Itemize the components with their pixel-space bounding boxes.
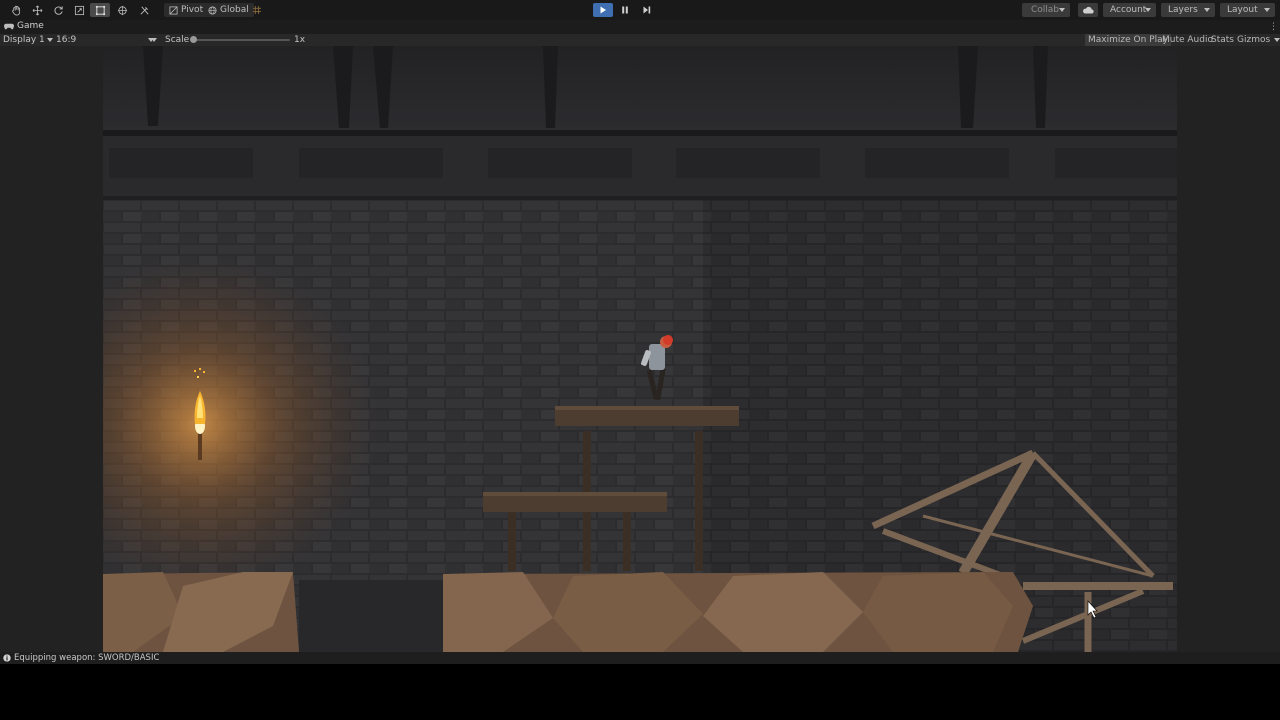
game-view-controls: Display 1 16:9 Scale 1x Maximize On Play… — [0, 34, 1280, 46]
game-tab[interactable]: Game — [4, 21, 44, 31]
cave-ceiling — [103, 46, 1177, 132]
custom-tool-button[interactable] — [134, 3, 154, 17]
rect-transform-icon — [95, 5, 105, 15]
pause-button[interactable] — [615, 3, 635, 17]
step-icon — [643, 6, 651, 14]
pivot-toggle[interactable]: Pivot — [164, 3, 209, 17]
globe-icon — [208, 5, 217, 15]
move-icon — [32, 5, 42, 15]
game-viewport[interactable] — [0, 46, 1280, 652]
tools-icon — [140, 6, 149, 14]
game-tab-bar: Game ⋮ — [0, 20, 1280, 34]
rect-tool-button[interactable] — [90, 3, 110, 17]
scale-label: Scale — [165, 35, 190, 45]
ground-rocks — [103, 572, 1033, 652]
game-scene[interactable] — [103, 46, 1177, 652]
move-tool-button[interactable] — [27, 3, 47, 17]
console-message-text: Equipping weapon: SWORD/BASIC — [14, 653, 160, 663]
stats-toggle[interactable]: Stats — [1208, 34, 1237, 46]
info-icon — [3, 654, 11, 662]
dungeon-scene — [103, 46, 1177, 652]
scale-tool-button[interactable] — [69, 3, 89, 17]
console-message[interactable]: Equipping weapon: SWORD/BASIC — [3, 652, 159, 664]
cloud-button[interactable] — [1078, 3, 1098, 17]
console-status-bar[interactable]: Equipping weapon: SWORD/BASIC — [0, 652, 1280, 664]
cloud-icon — [1083, 6, 1094, 14]
account-dropdown[interactable]: Account — [1103, 3, 1156, 17]
play-icon — [600, 6, 606, 14]
rotate-tool-button[interactable] — [48, 3, 68, 17]
aspect-label: 16:9 — [56, 35, 77, 45]
scale-slider-thumb[interactable] — [190, 36, 197, 43]
layout-dropdown[interactable]: Layout — [1220, 3, 1275, 17]
tab-menu-icon[interactable]: ⋮ — [1269, 20, 1278, 34]
display-dropdown[interactable]: Display 1 — [3, 34, 53, 46]
game-controller-icon — [4, 23, 14, 29]
letterbox-area — [0, 664, 1280, 720]
transform-icon — [117, 5, 127, 15]
gizmos-dropdown[interactable]: Gizmos — [1234, 34, 1280, 46]
hand-tool-button[interactable] — [6, 3, 26, 17]
hand-icon — [11, 5, 20, 15]
game-tab-label: Game — [17, 21, 44, 31]
rotate-icon — [53, 5, 63, 15]
pivot-label: Pivot — [181, 5, 204, 15]
grid-snap-button[interactable] — [247, 3, 267, 17]
transform-tool-button[interactable] — [112, 3, 132, 17]
scale-value: 1x — [294, 35, 306, 45]
layers-label: Layers — [1168, 5, 1198, 15]
pause-icon — [622, 6, 628, 14]
frieze-ledge — [103, 196, 1177, 200]
step-button[interactable] — [637, 3, 657, 17]
scale-slider-track[interactable] — [195, 39, 290, 41]
editor-toolbar: Pivot Global Collab Account Layers Layou… — [0, 0, 1280, 20]
wall-molding — [103, 130, 1177, 136]
gizmos-chevron-icon — [1274, 38, 1280, 42]
scale-icon — [74, 5, 84, 15]
collab-label: Collab — [1031, 5, 1060, 15]
wall-frieze — [103, 136, 1177, 196]
aspect-dropdown[interactable]: 16:9 — [56, 34, 157, 46]
play-button[interactable] — [593, 3, 613, 17]
display-label: Display 1 — [3, 35, 45, 45]
layout-label: Layout — [1227, 5, 1258, 15]
grid-icon — [253, 6, 261, 14]
global-label: Global — [220, 5, 249, 15]
pivot-icon — [169, 5, 178, 15]
collab-dropdown[interactable]: Collab — [1022, 3, 1070, 17]
aspect-chevron-icon — [151, 38, 157, 42]
gizmos-label: Gizmos — [1237, 35, 1271, 45]
layers-dropdown[interactable]: Layers — [1161, 3, 1215, 17]
account-label: Account — [1110, 5, 1147, 15]
